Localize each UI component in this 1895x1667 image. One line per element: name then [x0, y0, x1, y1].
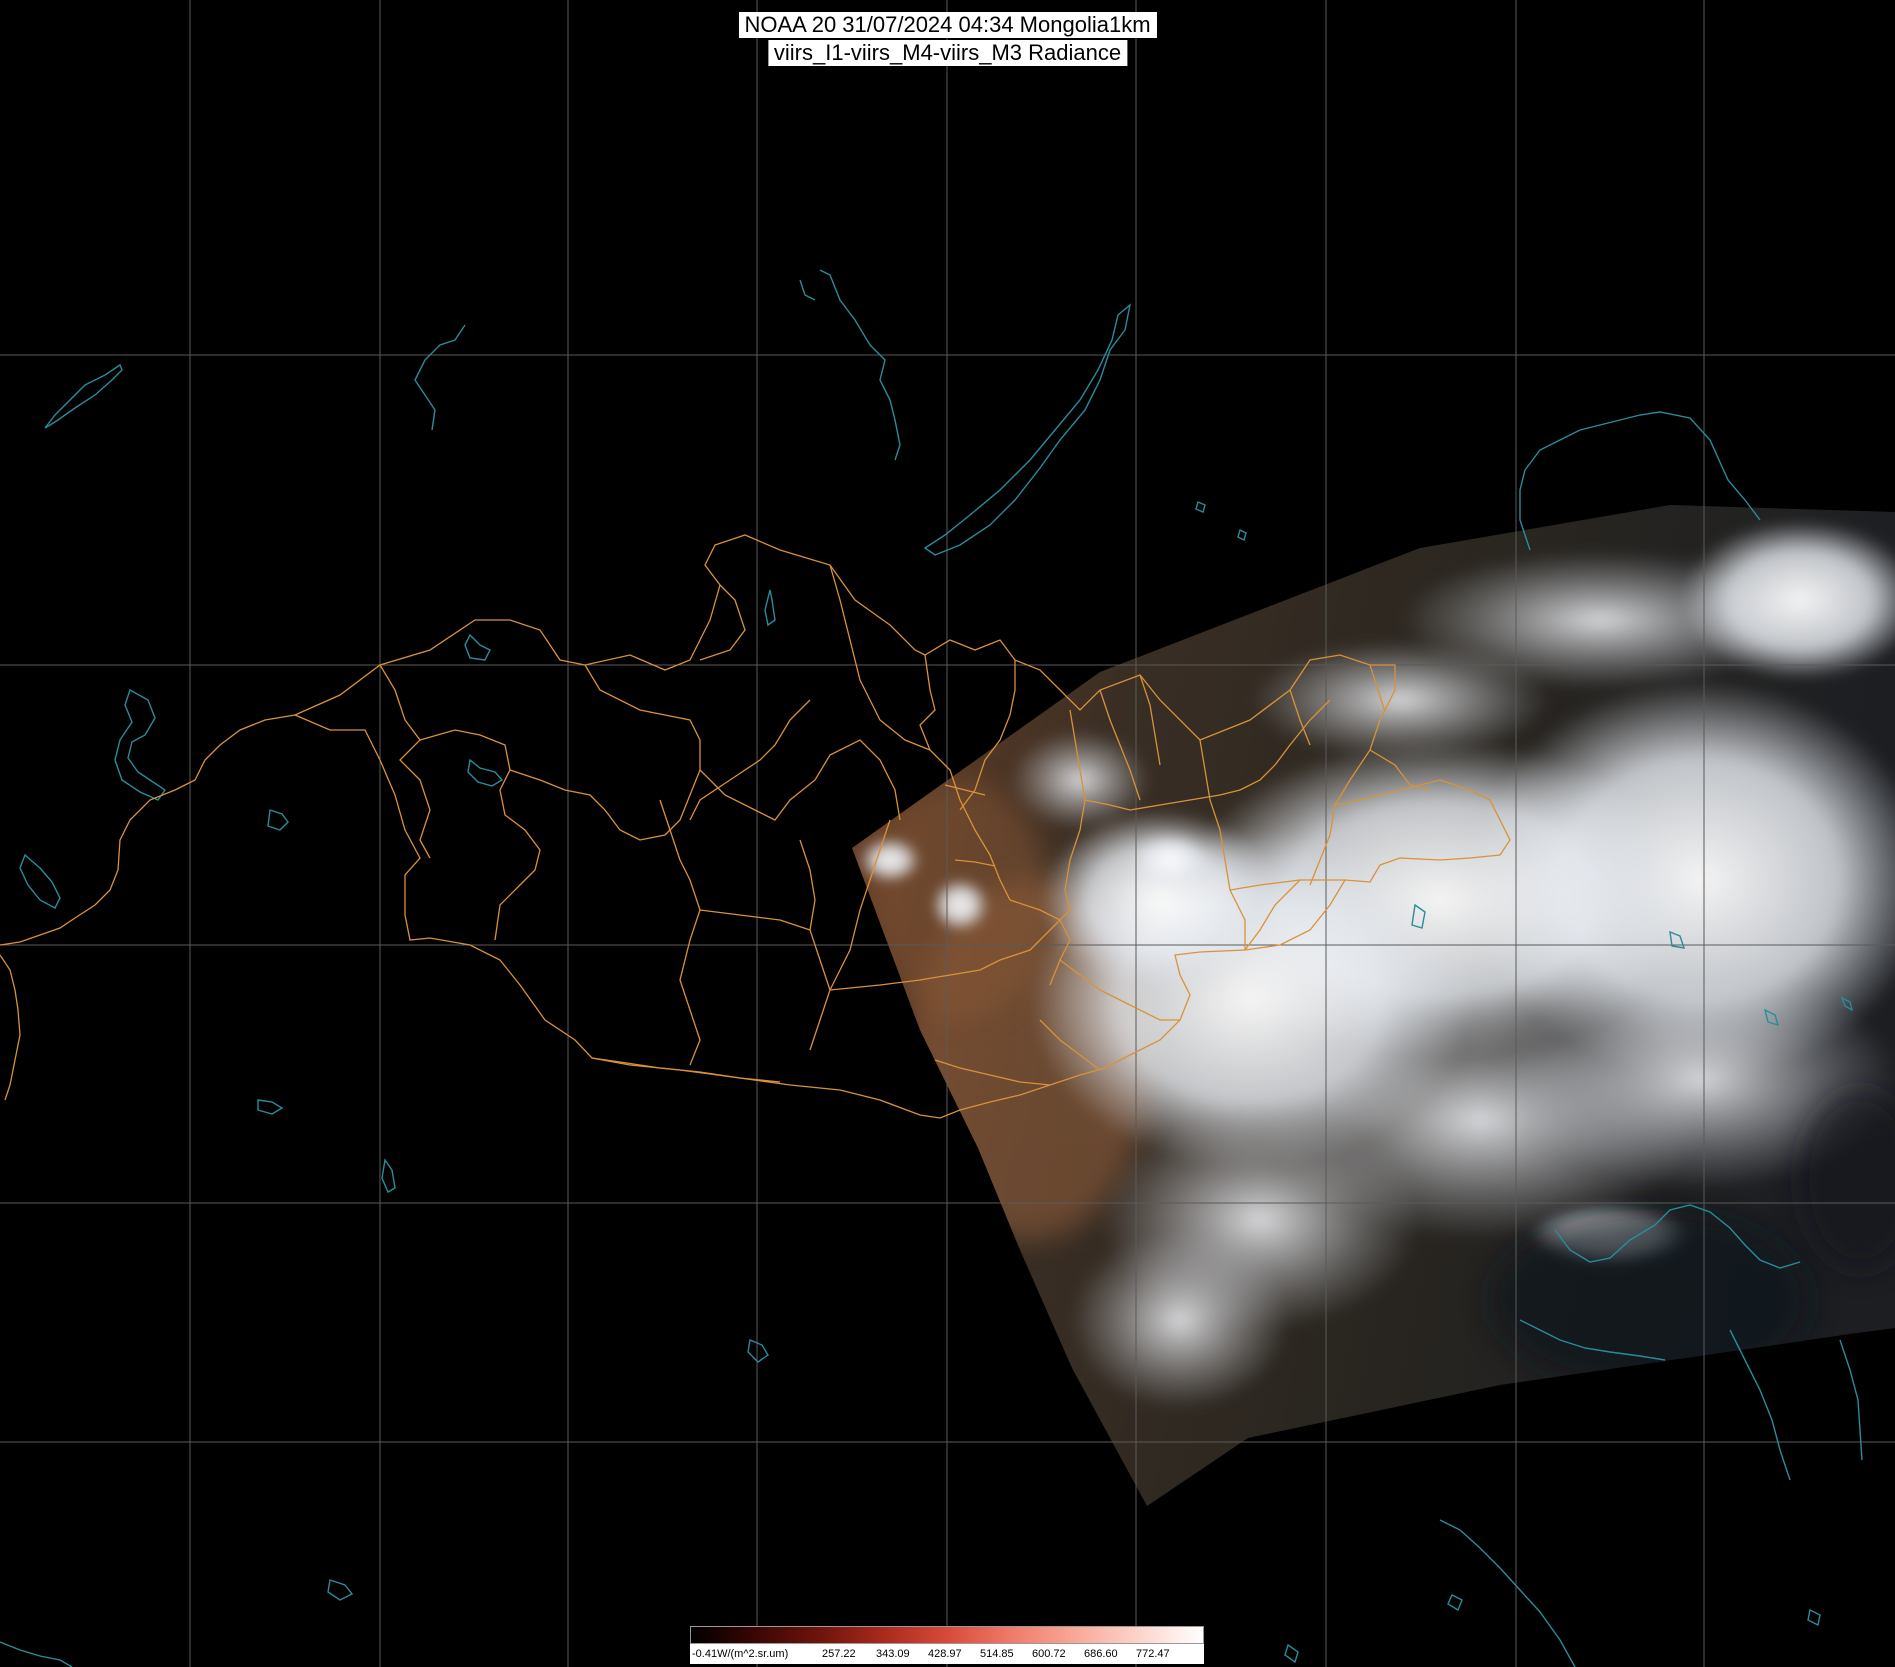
- colorbar-label: 772.47: [1136, 1648, 1170, 1660]
- colorbar-label: -0.41W/(m^2.sr.um): [692, 1648, 789, 1660]
- colorbar-legend: -0.41W/(m^2.sr.um) 257.22 343.09 428.97 …: [690, 1626, 1204, 1664]
- cloud-mass: [1010, 730, 1150, 830]
- island: [1807, 1608, 1821, 1627]
- colorbar-label: 428.97: [928, 1648, 962, 1660]
- cloud-mass: [1130, 832, 1210, 888]
- lake-south-3: [747, 1339, 769, 1363]
- china-border: [591, 1057, 781, 1083]
- lake-khyargas: [467, 758, 504, 787]
- lake-baikal: [923, 303, 1132, 556]
- map-subtitle: viirs_I1-viirs_M4-viirs_M3 Radiance: [767, 40, 1128, 66]
- river-west: [414, 324, 466, 431]
- province-line: [584, 664, 901, 821]
- kazakh-border-2: [0, 954, 21, 1101]
- lake-southwest: [0, 1641, 73, 1667]
- island: [1447, 1594, 1463, 1612]
- lake-west-2: [114, 688, 166, 801]
- river-north: [799, 279, 816, 301]
- colorbar-label: 514.85: [980, 1648, 1014, 1660]
- lake-west: [44, 363, 123, 429]
- cloud-mass: [860, 838, 920, 882]
- cloud-mass: [1250, 640, 1550, 760]
- colorbar-label: 343.09: [876, 1648, 910, 1660]
- lake-east-3: [1237, 528, 1247, 542]
- china-coast-south: [1439, 1519, 1576, 1667]
- province-line: [699, 909, 811, 931]
- province-line: [699, 584, 746, 661]
- province-line: [829, 564, 931, 751]
- colorbar-label: 686.60: [1084, 1648, 1118, 1660]
- province-line: [659, 799, 701, 1066]
- map-title: NOAA 20 31/07/2024 04:34 Mongolia1km: [738, 12, 1157, 38]
- province-line: [509, 769, 701, 841]
- colorbar-label: 600.72: [1032, 1648, 1066, 1660]
- river-north: [819, 269, 901, 461]
- lake-west-3: [267, 809, 289, 831]
- map-viewport: NOAA 20 31/07/2024 04:34 Mongolia1km vii…: [0, 0, 1895, 1667]
- lake-uvs: [464, 633, 491, 661]
- cloud-mass: [932, 879, 988, 931]
- province-line: [419, 729, 541, 941]
- lake-khovsgol: [764, 589, 776, 627]
- yellow-sea: [1490, 1210, 1810, 1390]
- satellite-swath: [852, 505, 1895, 1506]
- lake-south-2: [381, 1158, 396, 1193]
- colorbar-gradient: [690, 1626, 1204, 1644]
- korea-west-coast: [1729, 1329, 1791, 1481]
- lake-east-2: [1195, 501, 1206, 513]
- colorbar-labels: -0.41W/(m^2.sr.um) 257.22 343.09 428.97 …: [690, 1644, 1204, 1664]
- lake-south-4: [327, 1579, 354, 1601]
- province-line: [689, 699, 811, 821]
- lake-south: [257, 1099, 284, 1115]
- colorbar-label: 257.22: [822, 1648, 856, 1660]
- island: [1284, 1643, 1299, 1664]
- kazakh-border: [0, 714, 296, 946]
- lake-west-4: [19, 853, 61, 909]
- map-canvas: [0, 0, 1895, 1667]
- amur-river: [1519, 411, 1761, 521]
- cloud-mass: [1070, 1230, 1290, 1410]
